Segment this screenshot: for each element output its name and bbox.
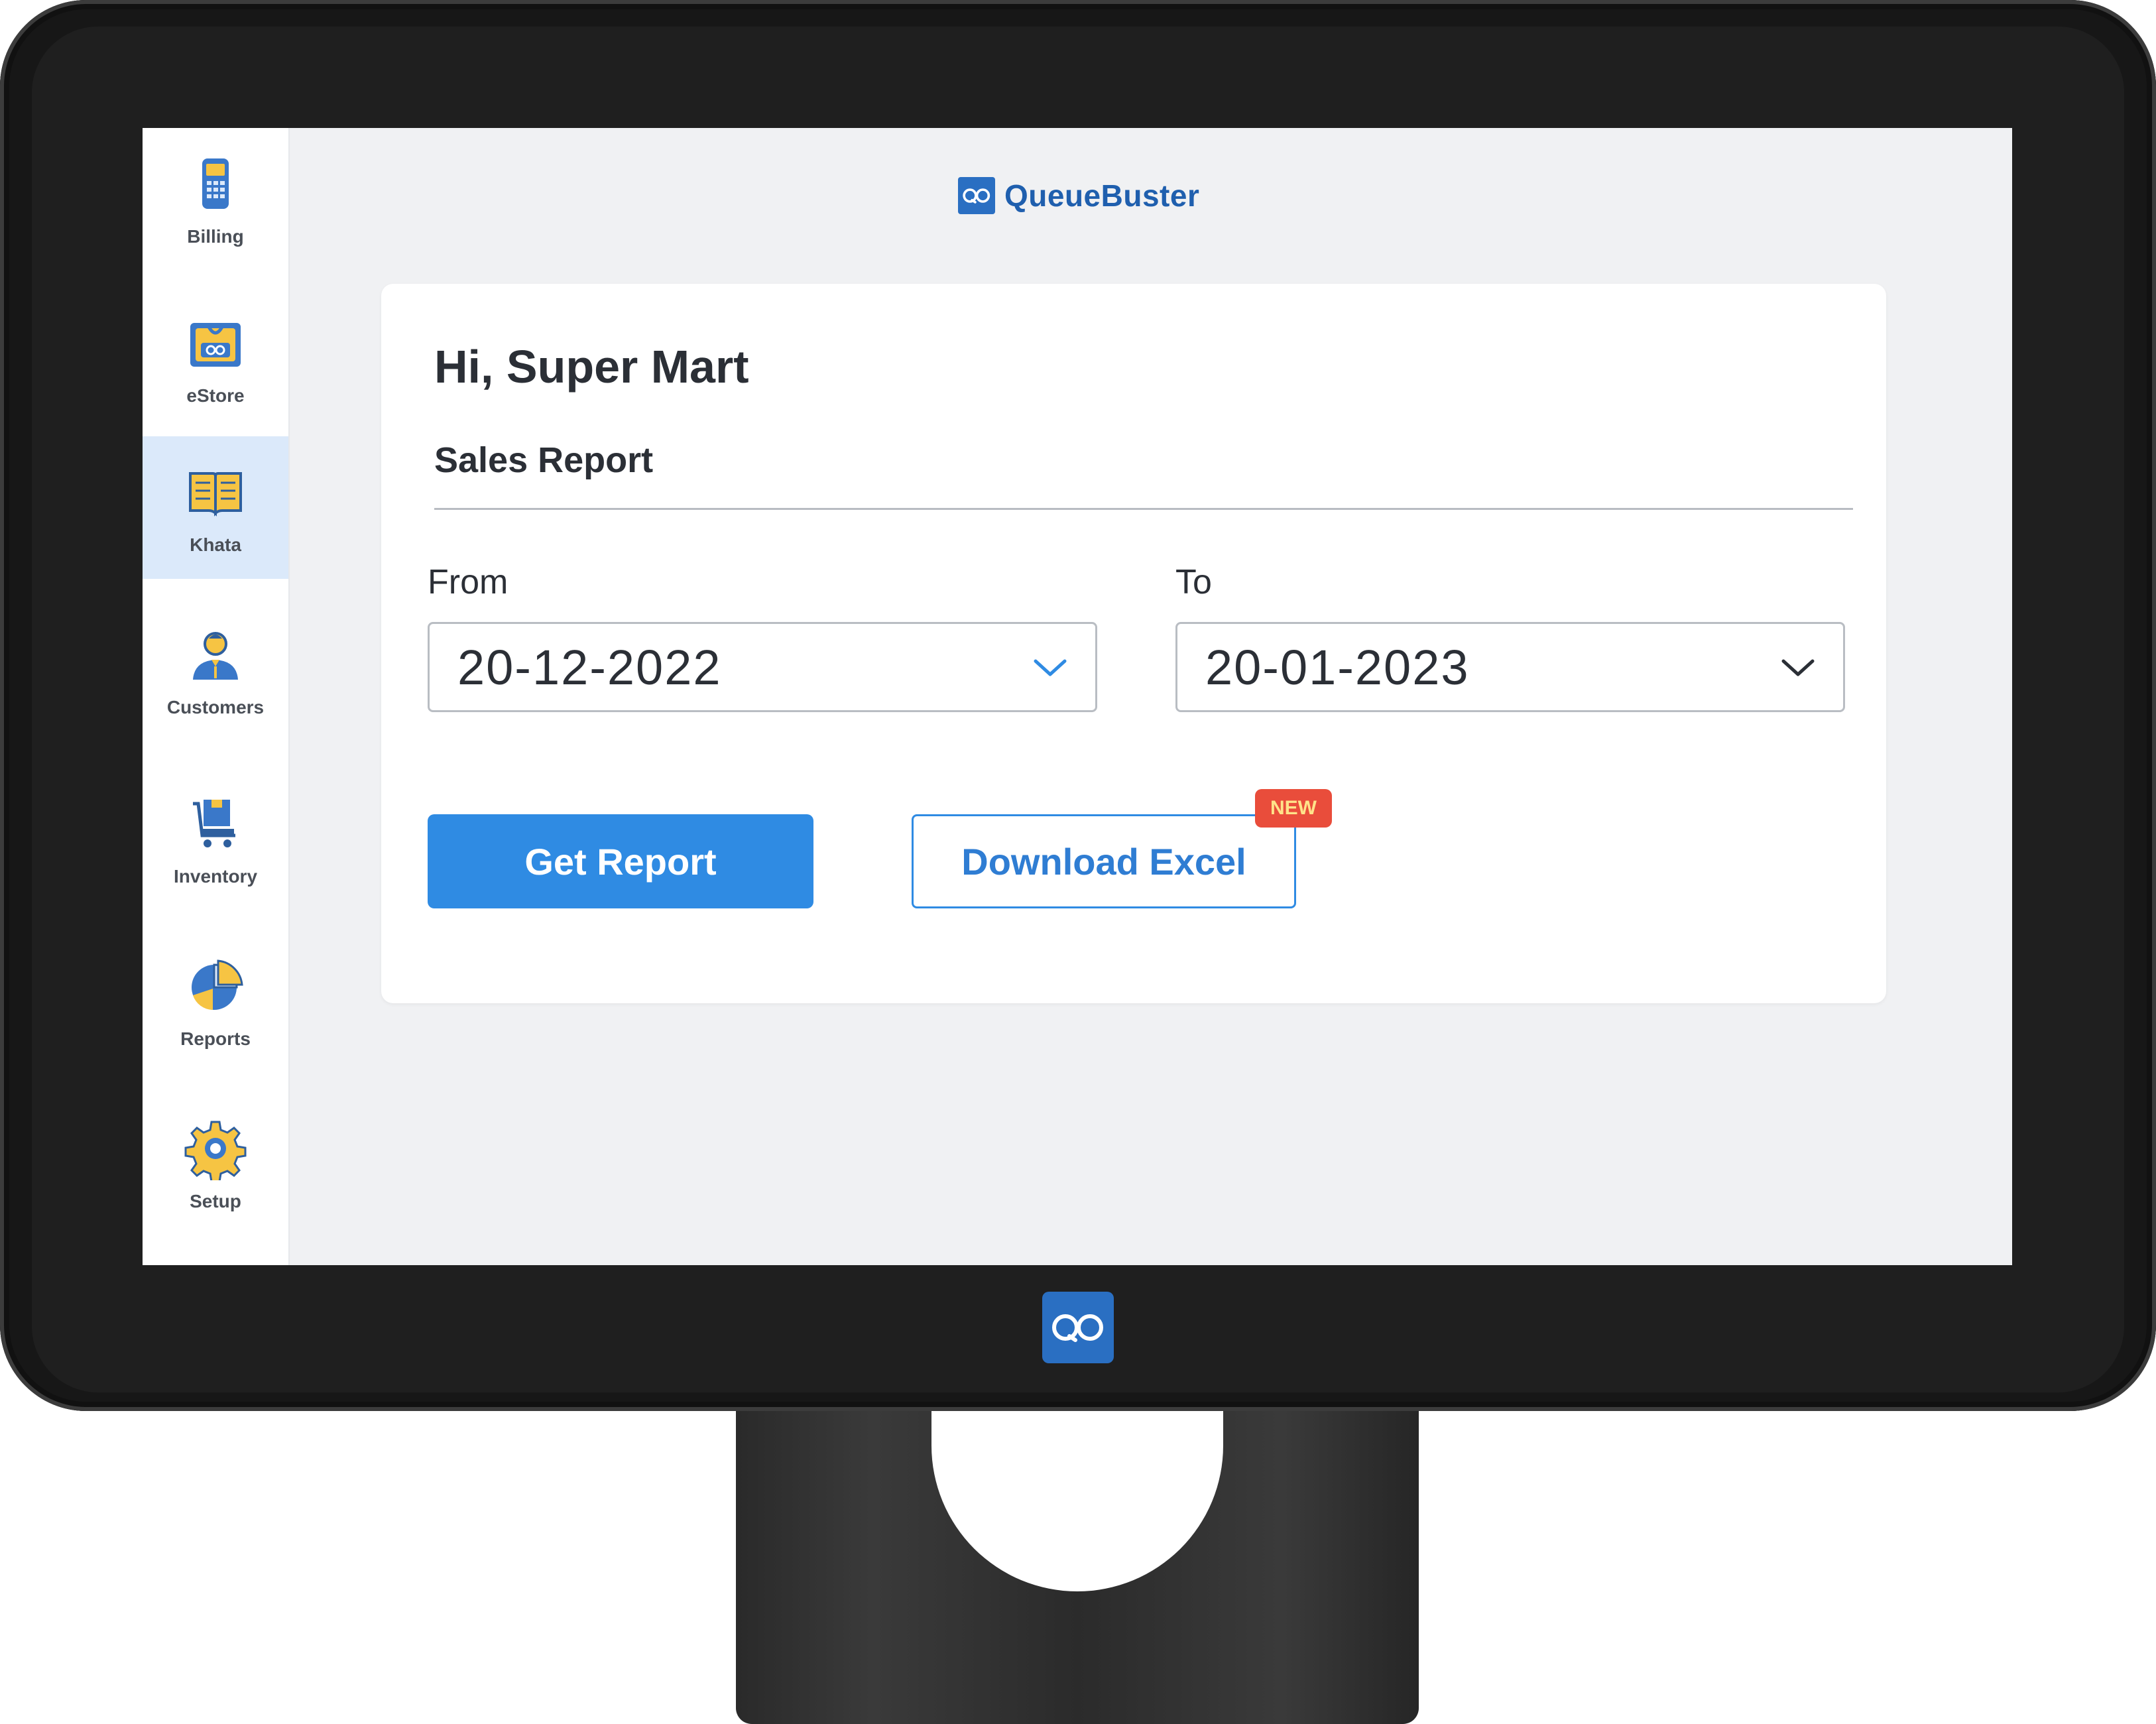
billing-terminal-icon: [202, 158, 229, 209]
section-title: Sales Report: [434, 440, 654, 480]
sidebar-item-setup[interactable]: Setup: [143, 1093, 288, 1235]
brand-name: QueueBuster: [1004, 178, 1200, 213]
sidebar-item-reports[interactable]: Reports: [143, 930, 288, 1073]
to-label: To: [1175, 563, 1212, 601]
sidebar-item-label: Billing: [187, 225, 244, 247]
device-logo-icon: [1042, 1292, 1114, 1363]
app-screen: Billing eStore Khata Customers Inventory…: [143, 128, 2012, 1265]
sidebar-item-customers[interactable]: Customers: [143, 599, 288, 741]
sidebar-item-inventory[interactable]: Inventory: [143, 768, 288, 910]
new-badge: NEW: [1255, 789, 1332, 828]
to-date-select[interactable]: 20-01-2023: [1175, 622, 1845, 712]
sidebar-item-label: Setup: [190, 1190, 241, 1211]
setup-gear-icon: [184, 1121, 247, 1180]
monitor-bezel: Billing eStore Khata Customers Inventory…: [0, 0, 2156, 1411]
sidebar-item-khata[interactable]: Khata: [143, 436, 288, 579]
queuebuster-logo-icon: [958, 177, 995, 214]
sidebar-item-label: Customers: [166, 696, 265, 717]
download-excel-button[interactable]: Download Excel: [912, 814, 1296, 908]
sidebar-item-label: eStore: [186, 385, 245, 406]
to-date-value: 20-01-2023: [1205, 639, 1470, 695]
inventory-cart-icon: [193, 799, 235, 847]
khata-book-icon: [189, 471, 242, 517]
from-date-select[interactable]: 20-12-2022: [428, 622, 1097, 712]
sidebar-item-label: Inventory: [173, 865, 258, 887]
reports-pie-chart-icon: [192, 959, 243, 1010]
from-date-value: 20-12-2022: [457, 639, 722, 695]
greeting-heading: Hi, Super Mart: [434, 341, 749, 393]
chevron-down-icon: [1034, 659, 1067, 676]
customer-person-icon: [193, 631, 238, 680]
sidebar-item-label: Reports: [180, 1028, 251, 1049]
get-report-button[interactable]: Get Report: [428, 814, 813, 908]
sidebar-nav: Billing eStore Khata Customers Inventory…: [143, 128, 290, 1265]
sidebar-item-label: Khata: [190, 534, 241, 555]
from-label: From: [428, 563, 509, 601]
estore-bag-icon: [190, 322, 241, 367]
sales-report-card: Hi, Super Mart Sales Report From 20-12-2…: [381, 284, 1886, 1003]
section-divider: [434, 508, 1853, 510]
sidebar-item-estore[interactable]: eStore: [143, 287, 288, 430]
chevron-down-icon: [1781, 659, 1815, 676]
brand-header: QueueBuster: [958, 176, 1199, 216]
sidebar-item-billing[interactable]: Billing: [143, 128, 288, 271]
